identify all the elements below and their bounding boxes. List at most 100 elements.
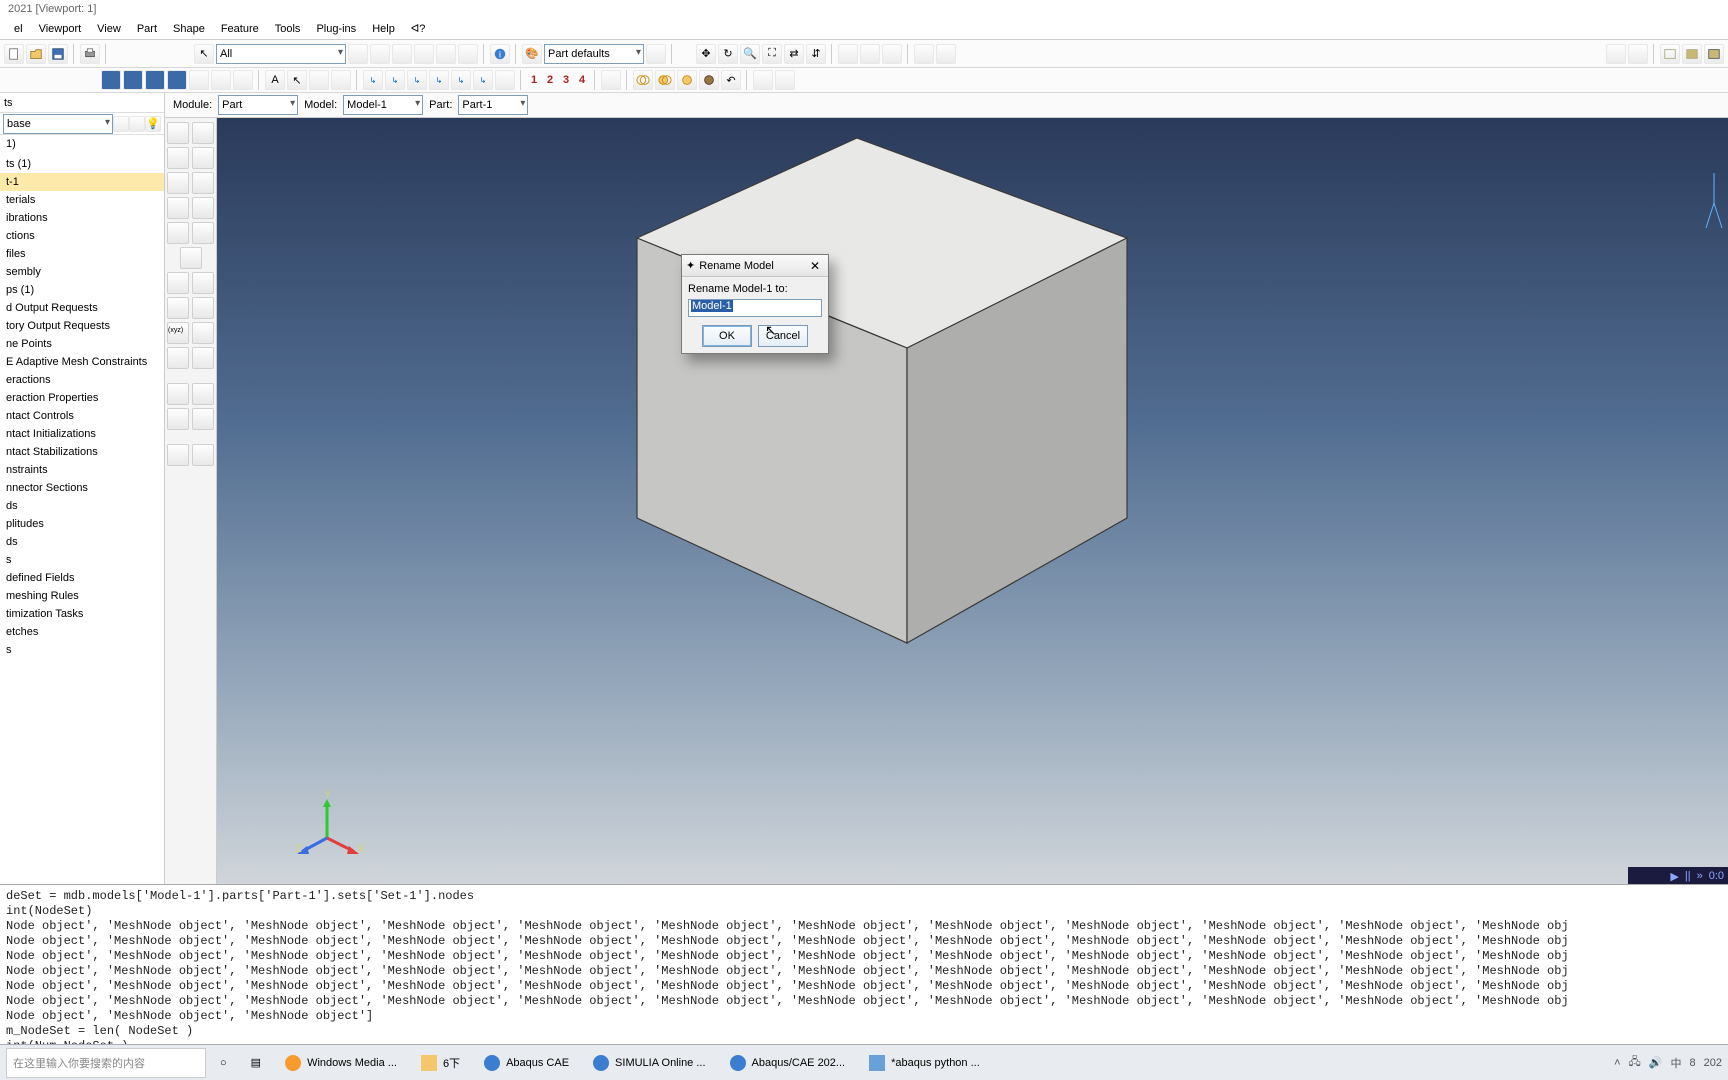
csys-xy-icon[interactable]: ↳ [363,70,383,90]
tree-item[interactable]: s [0,551,164,569]
view-num-2[interactable]: 2 [543,71,557,89]
tree-item[interactable]: ne Points [0,335,164,353]
tree-filter-combo[interactable]: base [3,114,113,134]
pause-icon[interactable]: || [1685,870,1691,882]
viewport[interactable]: Y X Z ▶ || » 0:0 ✦ Rename [217,118,1728,884]
tree-item[interactable]: nstraints [0,461,164,479]
offset-icon[interactable] [192,322,214,344]
tray-up-icon[interactable]: ˄ [1614,1057,1620,1069]
cortana-icon[interactable]: ○ [210,1048,237,1078]
print-icon[interactable] [80,44,100,64]
datum-plane-icon[interactable] [167,297,189,319]
tree-item[interactable]: ps (1) [0,281,164,299]
tree-item[interactable]: ds [0,497,164,515]
open-file-icon[interactable] [26,44,46,64]
cycle-views-icon[interactable]: ⇄ [784,44,804,64]
tree-item[interactable]: meshing Rules [0,587,164,605]
view1-icon[interactable] [101,70,121,90]
tree-item[interactable]: defined Fields [0,569,164,587]
reference-point-icon[interactable] [167,444,189,466]
tree-item[interactable]: etches [0,623,164,641]
shaded-empty-icon[interactable] [1660,44,1680,64]
wire-icon[interactable] [1606,44,1626,64]
datum-csys-icon[interactable] [192,297,214,319]
xyz-coord-icon[interactable]: (xyz) [167,322,189,344]
task-folder[interactable]: 6下 [411,1048,470,1078]
options2-icon[interactable] [331,70,351,90]
tree-item[interactable]: nnector Sections [0,479,164,497]
remove-icon[interactable] [392,44,412,64]
tree-item[interactable]: t-1 [0,173,164,191]
menu-viewport[interactable]: Viewport [33,21,88,37]
tree-expand-icon[interactable] [113,116,129,132]
tree-item[interactable]: timization Tasks [0,605,164,623]
tree-item[interactable]: d Output Requests [0,299,164,317]
next-icon[interactable]: » [1697,870,1703,882]
tray-ime-icon[interactable]: 中 [1671,1055,1682,1071]
tree-item[interactable]: terials [0,191,164,209]
options-icon[interactable] [309,70,329,90]
view4-icon[interactable] [167,70,187,90]
tree-item[interactable]: ntact Initializations [0,425,164,443]
menu-part[interactable]: Part [131,21,163,37]
tree-item[interactable]: files [0,245,164,263]
geom-tools-icon[interactable] [192,408,214,430]
zoom-box-icon[interactable]: 🔍 [740,44,760,64]
color-scheme-icon[interactable]: 🎨 [522,44,542,64]
shaded-icon[interactable] [1682,44,1702,64]
save-view-icon[interactable] [189,70,209,90]
csys-iso-icon[interactable] [495,70,515,90]
undo-icon[interactable]: ↶ [721,70,741,90]
cancel-button[interactable]: Cancel [758,325,808,347]
model-combo[interactable]: Model-1 [343,95,423,115]
task-abaqus-2[interactable]: Abaqus/CAE 202... [720,1048,856,1078]
tool-b-icon[interactable] [775,70,795,90]
pan-icon[interactable]: ✥ [696,44,716,64]
geom-edit-icon[interactable] [167,383,189,405]
create-cut-icon[interactable] [192,172,214,194]
add-icon[interactable] [370,44,390,64]
menu-search-help[interactable]: ᐊ? [405,20,432,37]
menu-plugins[interactable]: Plug-ins [310,21,362,37]
menu-shape[interactable]: Shape [167,21,211,37]
menu-help[interactable]: Help [366,21,401,37]
python-console[interactable]: deSet = mdb.models['Model-1'].parts['Par… [0,884,1728,1044]
tree-item[interactable]: ts (1) [0,155,164,173]
module-combo[interactable]: Part [218,95,298,115]
tree-lightbulb-icon[interactable]: 💡 [145,116,161,132]
part-manager-icon[interactable] [192,122,214,144]
csys-zy-icon[interactable]: ↳ [473,70,493,90]
csys-zx-icon[interactable]: ↳ [451,70,471,90]
dialog-titlebar[interactable]: ✦ Rename Model ✕ [682,255,828,277]
tree-item[interactable]: ntact Stabilizations [0,443,164,461]
stitch-icon[interactable] [167,408,189,430]
bool2-icon[interactable] [655,70,675,90]
play-icon[interactable]: ▶ [1670,870,1678,883]
rename-input[interactable]: Model-1 [688,299,822,317]
menu-feature[interactable]: Feature [215,21,265,37]
save-icon[interactable] [48,44,68,64]
view3-icon[interactable] [145,70,165,90]
tree-item[interactable]: ctions [0,227,164,245]
tree-item[interactable]: sembly [0,263,164,281]
geom-repair-icon[interactable] [192,383,214,405]
view2-icon[interactable] [123,70,143,90]
part-combo[interactable]: Part-1 [458,95,528,115]
pattern-icon[interactable] [192,222,214,244]
info-icon[interactable]: i [490,44,510,64]
zoom-fit-icon[interactable]: ⛶ [762,44,782,64]
repair-icon[interactable] [192,347,214,369]
tree-item[interactable]: ds [0,533,164,551]
layout2-icon[interactable] [936,44,956,64]
menu-view[interactable]: View [91,21,127,37]
undo-dg-icon[interactable] [436,44,456,64]
color-scheme-combo[interactable]: Part defaults [544,44,644,64]
pers1-icon[interactable] [838,44,858,64]
hidden-icon[interactable] [1628,44,1648,64]
tree-tab[interactable]: ts [0,93,164,113]
tree-item[interactable]: eraction Properties [0,389,164,407]
mirror-icon[interactable] [167,222,189,244]
view-num-4[interactable]: 4 [575,71,589,89]
tree-item[interactable]: s [0,641,164,659]
remove-face-icon[interactable] [167,347,189,369]
